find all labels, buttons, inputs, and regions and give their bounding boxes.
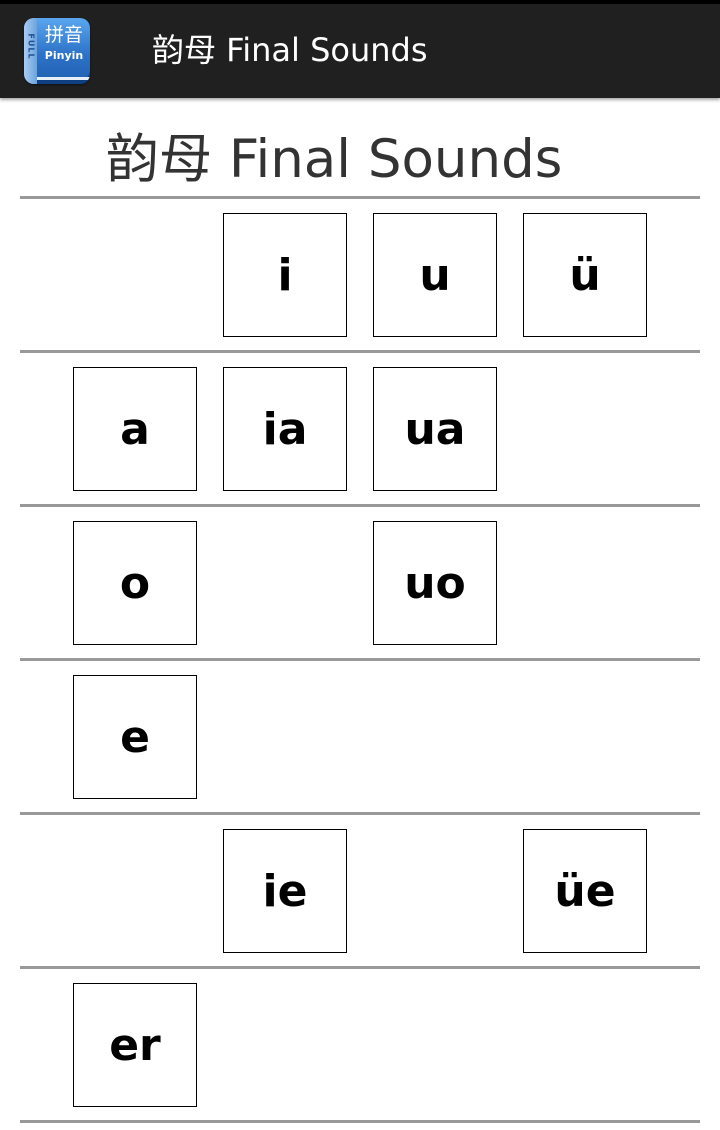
final-button[interactable]: a bbox=[73, 367, 197, 491]
app-icon-pages bbox=[37, 77, 90, 80]
row-divider bbox=[20, 196, 700, 199]
app-icon-spine-text: FULL bbox=[26, 33, 36, 60]
final-button[interactable]: ua bbox=[373, 367, 497, 491]
final-button[interactable]: e bbox=[73, 675, 197, 799]
final-button[interactable]: ia bbox=[223, 367, 347, 491]
row-divider bbox=[20, 812, 700, 815]
row-divider bbox=[20, 504, 700, 507]
final-button[interactable]: o bbox=[73, 521, 197, 645]
page-title: 韵母 Final Sounds bbox=[106, 129, 563, 190]
final-button[interactable]: u bbox=[373, 213, 497, 337]
app-icon[interactable]: FULL 拼音 Pinyin bbox=[24, 18, 90, 84]
row-divider bbox=[20, 1120, 700, 1123]
final-button[interactable]: ü bbox=[523, 213, 647, 337]
final-button[interactable]: i bbox=[223, 213, 347, 337]
final-button[interactable]: er bbox=[73, 983, 197, 1107]
row-divider bbox=[20, 658, 700, 661]
app-icon-hanzi: 拼音 bbox=[44, 24, 83, 46]
action-bar: FULL 拼音 Pinyin 韵母 Final Sounds bbox=[0, 4, 720, 98]
app-icon-label: Pinyin bbox=[44, 49, 84, 62]
row-divider bbox=[20, 350, 700, 353]
final-button[interactable]: uo bbox=[373, 521, 497, 645]
action-bar-title: 韵母 Final Sounds bbox=[152, 31, 428, 69]
final-button[interactable]: ie bbox=[223, 829, 347, 953]
row-divider bbox=[20, 966, 700, 969]
final-button[interactable]: üe bbox=[523, 829, 647, 953]
